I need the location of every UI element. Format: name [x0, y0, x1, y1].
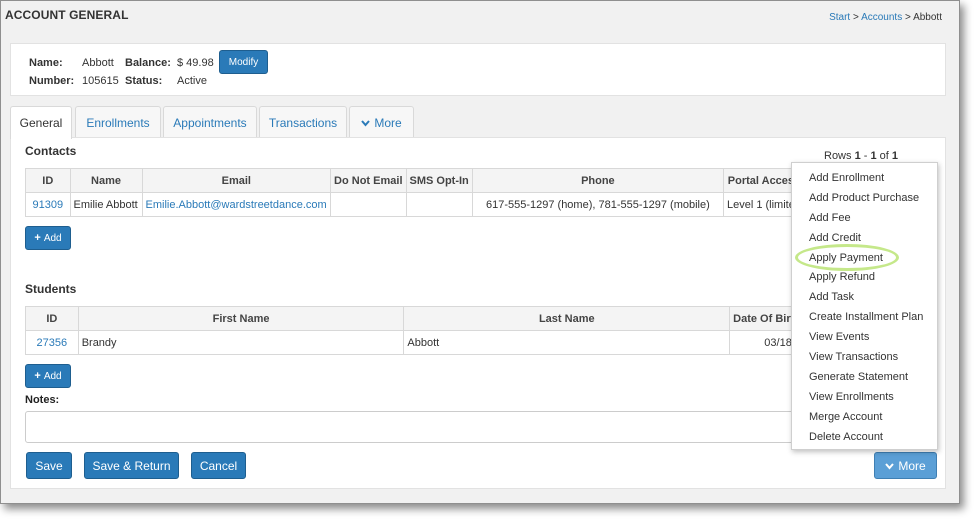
app-window: ACCOUNT GENERAL Start > Accounts > Abbot…: [0, 0, 960, 504]
contacts-heading: Contacts: [25, 144, 77, 158]
contact-sms-opt-in: [405, 192, 473, 217]
student-last-name: Abbott: [403, 330, 731, 355]
notes-label: Notes:: [25, 394, 60, 406]
tab-label: Appointments: [173, 115, 247, 130]
menu-item-apply-refund[interactable]: Apply Refund: [792, 267, 937, 287]
menu-item-delete-account[interactable]: Delete Account: [792, 427, 937, 447]
column-header-first-name[interactable]: First Name: [77, 306, 405, 331]
breadcrumb-separator: >: [902, 12, 914, 23]
breadcrumb: Start > Accounts > Abbott: [829, 12, 942, 23]
menu-item-view-events[interactable]: View Events: [792, 327, 937, 347]
column-header-id[interactable]: ID: [25, 168, 71, 193]
page-title: ACCOUNT GENERAL: [5, 8, 129, 22]
contact-name: Emilie Abbott: [69, 192, 143, 217]
more-actions-menu: Add Enrollment Add Product Purchase Add …: [791, 162, 938, 450]
students-heading: Students: [25, 282, 77, 296]
menu-item-view-enrollments[interactable]: View Enrollments: [792, 387, 937, 407]
number-label: Number:: [29, 75, 75, 87]
tab-label: Enrollments: [86, 115, 150, 130]
name-label: Name:: [29, 57, 63, 69]
column-header-phone[interactable]: Phone: [471, 168, 724, 193]
table-header-row: ID Name Email Do Not Email SMS Opt-In Ph…: [25, 168, 806, 193]
chevron-down-icon: [361, 116, 371, 130]
column-header-sms-opt-in[interactable]: SMS Opt-In: [405, 168, 473, 193]
student-id-link[interactable]: 27356: [25, 330, 79, 355]
contacts-table: ID Name Email Do Not Email SMS Opt-In Ph…: [25, 168, 806, 217]
breadcrumb-current: Abbott: [913, 12, 942, 23]
tab-general[interactable]: General: [10, 106, 72, 139]
balance-value: $ 49.98: [177, 57, 214, 69]
rows-total: 1: [891, 150, 899, 162]
breadcrumb-accounts-link[interactable]: Accounts: [861, 12, 902, 23]
rows-dash: -: [860, 150, 871, 162]
menu-item-add-credit[interactable]: Add Credit: [792, 228, 937, 248]
tab-transactions[interactable]: Transactions: [259, 106, 347, 138]
modify-button[interactable]: Modify: [219, 50, 268, 74]
cancel-button[interactable]: Cancel: [191, 452, 246, 479]
save-button[interactable]: Save: [26, 452, 72, 479]
name-value: Abbott: [82, 57, 114, 69]
more-actions-button[interactable]: More: [874, 452, 937, 479]
menu-item-add-enrollment[interactable]: Add Enrollment: [792, 168, 937, 188]
column-header-name[interactable]: Name: [69, 168, 143, 193]
chevron-down-icon: [885, 459, 895, 473]
menu-item-merge-account[interactable]: Merge Account: [792, 407, 937, 427]
column-header-last-name[interactable]: Last Name: [403, 306, 731, 331]
menu-item-create-installment-plan[interactable]: Create Installment Plan: [792, 307, 937, 327]
status-value: Active: [177, 75, 207, 87]
menu-item-add-fee[interactable]: Add Fee: [792, 208, 937, 228]
column-header-do-not-email[interactable]: Do Not Email: [330, 168, 407, 193]
notes-input[interactable]: [25, 411, 805, 443]
plus-icon: +: [34, 232, 41, 244]
tab-label: Transactions: [268, 115, 338, 130]
balance-label: Balance:: [125, 57, 171, 69]
add-student-button[interactable]: + Add: [25, 364, 71, 388]
menu-item-add-product-purchase[interactable]: Add Product Purchase: [792, 188, 937, 208]
tab-label: General: [19, 116, 63, 130]
breadcrumb-separator: >: [850, 12, 862, 23]
contact-email-link[interactable]: Emilie.Abbott@wardstreetdance.com: [141, 192, 332, 217]
menu-item-generate-statement[interactable]: Generate Statement: [792, 367, 937, 387]
add-contact-button[interactable]: + Add: [25, 226, 71, 250]
menu-item-add-task[interactable]: Add Task: [792, 287, 937, 307]
student-first-name: Brandy: [77, 330, 405, 355]
column-header-email[interactable]: Email: [141, 168, 332, 193]
rows-of: of: [876, 150, 892, 162]
menu-item-view-transactions[interactable]: View Transactions: [792, 347, 937, 367]
tab-appointments[interactable]: Appointments: [163, 106, 257, 138]
account-summary-panel: Name: Abbott Balance: $ 49.98 Modify Num…: [10, 43, 946, 96]
tab-label: More: [374, 115, 402, 130]
save-and-return-button[interactable]: Save & Return: [84, 452, 179, 479]
rows-counter: Rows 1 - 1 of 1: [824, 150, 898, 162]
contact-id-link[interactable]: 91309: [25, 192, 71, 217]
button-label: More: [898, 458, 926, 473]
button-label: Add: [43, 370, 62, 382]
contact-phone: 617-555-1297 (home), 781-555-1297 (mobil…: [471, 192, 724, 217]
tab-enrollments[interactable]: Enrollments: [75, 106, 161, 138]
button-label: Add: [43, 232, 62, 244]
table-row: 27356 Brandy Abbott 03/18/0: [25, 330, 805, 355]
table-header-row: ID First Name Last Name Date Of Birth: [25, 306, 805, 331]
breadcrumb-start-link[interactable]: Start: [829, 12, 850, 23]
table-row: 91309 Emilie Abbott Emilie.Abbott@wardst…: [25, 192, 806, 217]
contact-do-not-email: [330, 192, 407, 217]
students-table: ID First Name Last Name Date Of Birth 27…: [25, 306, 805, 355]
rows-prefix: Rows: [824, 150, 855, 162]
menu-item-apply-payment[interactable]: Apply Payment: [792, 248, 937, 268]
number-value: 105615: [82, 75, 119, 87]
status-label: Status:: [125, 75, 163, 87]
tab-more[interactable]: More: [349, 106, 414, 138]
column-header-id[interactable]: ID: [25, 306, 79, 331]
plus-icon: +: [34, 370, 41, 382]
